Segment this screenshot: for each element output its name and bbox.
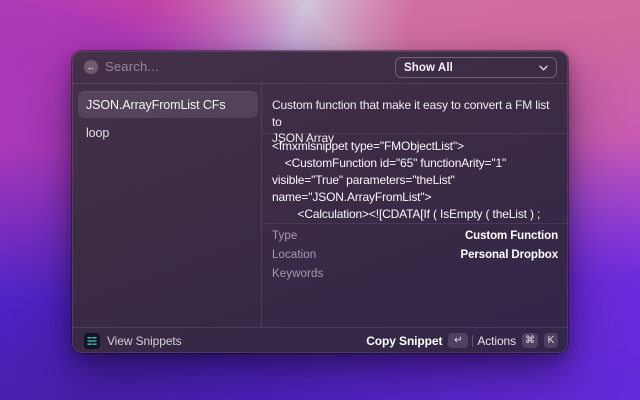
header-divider <box>72 83 568 84</box>
code-line: <CustomFunction id="65" functionArity="1… <box>272 155 564 172</box>
code-line: visible="True" parameters="theList" <box>272 172 564 189</box>
code-divider <box>262 223 568 224</box>
return-key-icon: ↵ <box>448 333 468 348</box>
action-bar: View Snippets Copy Snippet ↵ Actions ⌘ K <box>72 327 568 353</box>
actions-button[interactable]: Actions ⌘ K <box>477 333 558 348</box>
copy-snippet-label: Copy Snippet <box>366 334 442 348</box>
search-input[interactable]: Search... <box>105 59 385 76</box>
metadata-row-keywords: Keywords <box>272 264 558 283</box>
chevron-down-icon <box>539 65 548 71</box>
metadata-row-type: Type Custom Function <box>272 226 558 245</box>
actions-label: Actions <box>477 334 516 348</box>
metadata-label: Type <box>272 230 297 242</box>
metadata-label: Location <box>272 249 316 261</box>
snippet-code-block: <fmxmlsnippet type="FMObjectList"> <Cust… <box>272 138 564 223</box>
metadata-panel: Type Custom Function Location Personal D… <box>272 226 558 283</box>
snippets-app-icon <box>84 333 100 349</box>
metadata-value: Personal Dropbox <box>461 249 558 261</box>
command-key-icon: ⌘ <box>522 333 538 348</box>
code-line: name="JSON.ArrayFromList"> <box>272 189 564 206</box>
sidebar-item-json-arrayfromlist[interactable]: JSON.ArrayFromList CFs <box>78 91 258 118</box>
code-line: <Calculation><![CDATA[If ( IsEmpty ( the… <box>272 206 564 223</box>
metadata-label: Keywords <box>272 268 323 280</box>
description-divider <box>262 133 568 134</box>
launcher-window: ← Search... Show All JSON.ArrayFromList … <box>72 51 568 353</box>
code-line: <fmxmlsnippet type="FMObjectList"> <box>272 138 564 155</box>
description-line: Custom function that make it easy to con… <box>272 97 560 130</box>
back-arrow-icon: ← <box>87 63 96 72</box>
back-button[interactable]: ← <box>84 60 98 74</box>
k-key-icon: K <box>544 333 558 348</box>
sidebar-item-loop[interactable]: loop <box>78 119 258 146</box>
filter-dropdown-value: Show All <box>404 62 453 74</box>
list-detail-divider <box>261 84 262 327</box>
copy-snippet-button[interactable]: Copy Snippet ↵ <box>366 333 468 348</box>
metadata-value: Custom Function <box>465 230 558 242</box>
filter-dropdown[interactable]: Show All <box>395 57 557 78</box>
command-name: View Snippets <box>107 334 182 348</box>
metadata-row-location: Location Personal Dropbox <box>272 245 558 264</box>
footer-separator <box>472 335 473 347</box>
